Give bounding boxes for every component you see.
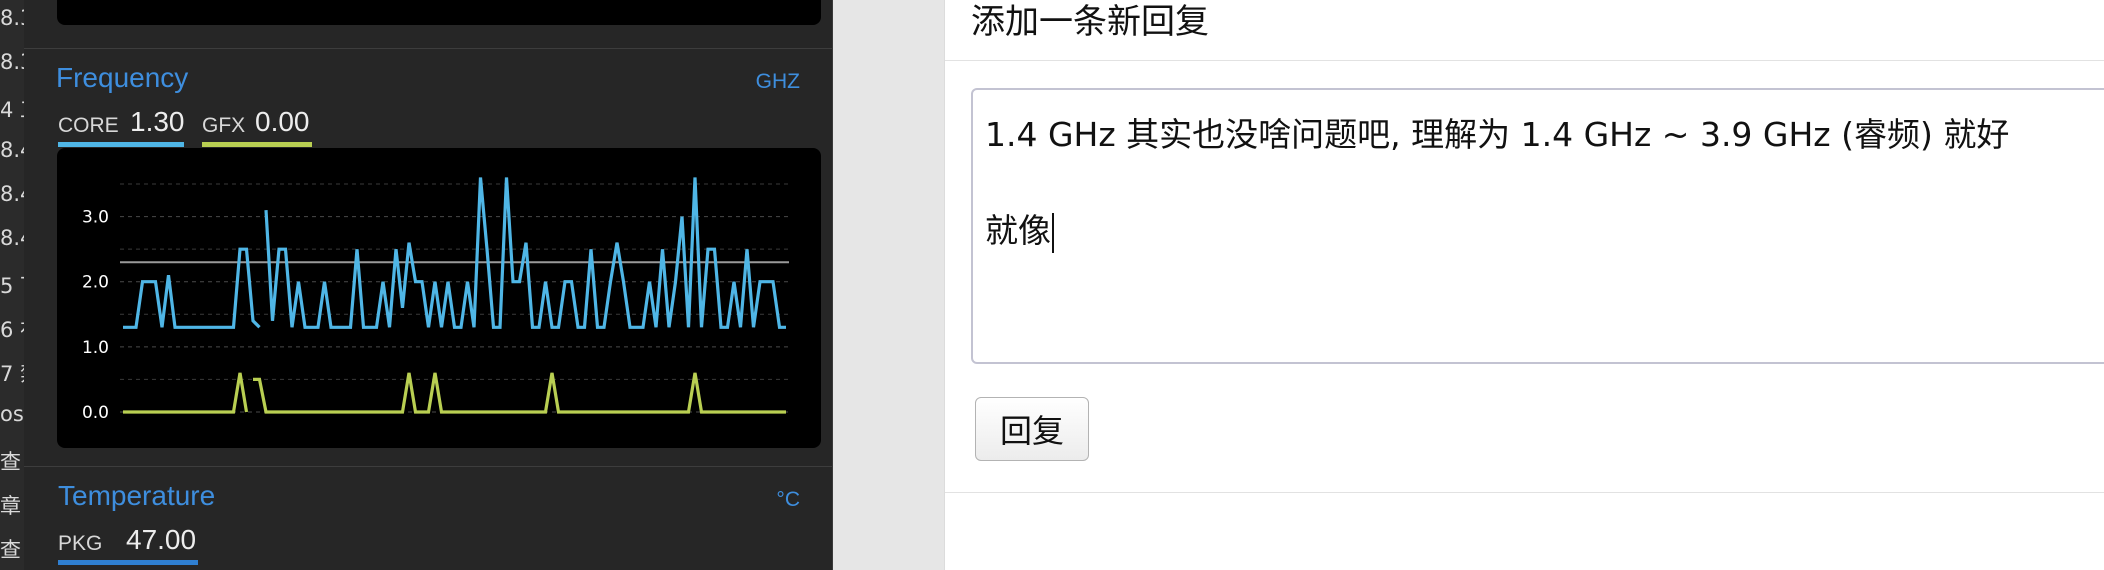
- temperature-title: Temperature: [58, 480, 216, 511]
- core-indicator-bar: [58, 142, 184, 147]
- heading-divider: [945, 60, 2104, 61]
- reply-form-panel: 添加一条新回复 1.4 GHz 其实也没啥问题吧, 理解为 1.4 GHz ~ …: [944, 0, 2104, 570]
- y-tick-label: 2.0: [82, 273, 109, 293]
- y-tick-label: 1.0: [82, 338, 109, 358]
- pkg-label: PKG: [58, 532, 103, 555]
- gfx-indicator-bar: [202, 142, 312, 147]
- previous-graph-bottom: [57, 0, 821, 25]
- pkg-value: 47.00: [126, 524, 197, 555]
- reply-text-line-2-content: 就像: [985, 211, 1051, 250]
- pkg-indicator-bar: [58, 560, 198, 565]
- core-value: 1.30: [130, 106, 185, 137]
- section-divider: [24, 466, 832, 467]
- gfx-series-line: [253, 372, 786, 414]
- reply-submit-button[interactable]: 回复: [975, 397, 1089, 461]
- gfx-series-line: [123, 372, 249, 414]
- core-label: CORE: [58, 114, 119, 137]
- system-stats-panel: Frequency GHZ CORE 1.30 GFX 0.00 3.0 2.0 1…: [24, 0, 833, 570]
- core-frequency-metric: CORE 1.30: [58, 104, 185, 150]
- text-caret: [1052, 212, 1054, 253]
- core-series-line: [264, 177, 786, 329]
- reply-text-line-1: 1.4 GHz 其实也没啥问题吧, 理解为 1.4 GHz ~ 3.9 GHz …: [985, 115, 2010, 154]
- frequency-chart: 3.0 2.0 1.0 0.0: [82, 177, 789, 423]
- reply-heading: 添加一条新回复: [971, 2, 1209, 42]
- frequency-title: Frequency: [56, 62, 189, 93]
- window-gap: [833, 0, 944, 570]
- pkg-temperature-metric: PKG 47.00: [58, 522, 198, 568]
- y-tick-label: 0.0: [82, 403, 109, 423]
- core-series-line: [123, 247, 261, 329]
- frequency-unit: GHZ: [755, 70, 800, 93]
- y-tick-label: 3.0: [82, 208, 109, 228]
- reply-text-line-2: 就像: [985, 204, 1054, 253]
- gfx-label: GFX: [202, 114, 246, 137]
- reply-textarea[interactable]: 1.4 GHz 其实也没啥问题吧, 理解为 1.4 GHz ~ 3.9 GHz …: [971, 88, 2104, 364]
- frequency-graph: 3.0 2.0 1.0 0.0: [57, 148, 821, 448]
- section-divider: [24, 48, 832, 49]
- temperature-unit: °C: [776, 488, 800, 511]
- gfx-value: 0.00: [255, 106, 310, 137]
- form-bottom-divider: [945, 492, 2104, 493]
- gfx-frequency-metric: GFX 0.00: [202, 104, 312, 150]
